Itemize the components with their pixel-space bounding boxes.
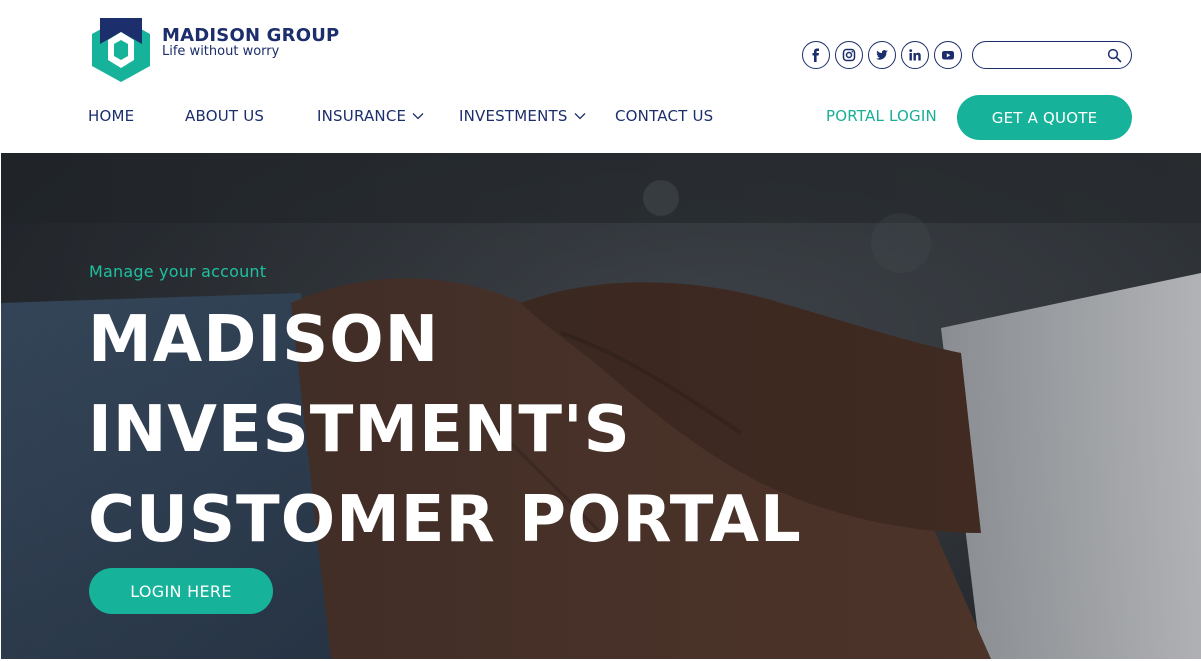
login-here-button[interactable]: LOGIN HERE	[89, 568, 273, 614]
instagram-link[interactable]	[835, 41, 863, 69]
twitter-link[interactable]	[868, 41, 896, 69]
nav-item-about-us[interactable]: ABOUT US	[185, 107, 264, 125]
linkedin-link[interactable]	[901, 41, 929, 69]
search-box	[972, 41, 1132, 69]
hero-kicker: Manage your account	[89, 262, 267, 281]
instagram-icon	[842, 48, 856, 62]
logo[interactable]: MADISON GROUP Life without worry	[88, 16, 339, 82]
nav-item-label: HOME	[88, 107, 135, 125]
hero-headline: MADISON INVESTMENT'S CUSTOMER PORTAL	[88, 295, 802, 565]
get-a-quote-button[interactable]: GET A QUOTE	[957, 95, 1132, 140]
hero-headline-line: MADISON	[88, 303, 440, 377]
search-input[interactable]	[983, 46, 1103, 66]
youtube-icon	[942, 51, 954, 60]
facebook-link[interactable]	[802, 41, 830, 69]
linkedin-icon	[909, 49, 921, 61]
nav-item-label: CONTACT US	[615, 107, 714, 125]
hero-headline-line: INVESTMENT'S	[88, 393, 631, 467]
site-header: MADISON GROUP Life without worry HOME AB…	[0, 0, 1201, 153]
nav-item-contact-us[interactable]: CONTACT US	[615, 107, 713, 125]
social-links	[802, 41, 962, 69]
hero-banner: Manage your account MADISON INVESTMENT'S…	[1, 153, 1201, 659]
chevron-down-icon	[574, 113, 586, 120]
nav-item-insurance[interactable]: INSURANCE	[317, 107, 424, 125]
brand-tagline: Life without worry	[162, 44, 280, 59]
portal-login-link[interactable]: PORTAL LOGIN	[826, 107, 937, 125]
madison-logo-icon	[92, 18, 150, 82]
hero-headline-line: CUSTOMER PORTAL	[88, 483, 802, 557]
facebook-icon	[812, 48, 819, 62]
nav-item-label: INSURANCE	[317, 107, 407, 125]
search-icon[interactable]	[1107, 48, 1122, 63]
youtube-link[interactable]	[934, 41, 962, 69]
main-nav: HOME ABOUT US INSURANCE INVESTMENTS CONT…	[0, 107, 760, 129]
nav-item-investments[interactable]: INVESTMENTS	[459, 107, 586, 125]
nav-item-label: ABOUT US	[185, 107, 265, 125]
brand-name: MADISON GROUP	[162, 25, 340, 46]
nav-item-label: INVESTMENTS	[459, 107, 568, 125]
chevron-down-icon	[412, 113, 424, 120]
twitter-icon	[876, 50, 888, 60]
nav-item-home[interactable]: HOME	[88, 107, 134, 125]
